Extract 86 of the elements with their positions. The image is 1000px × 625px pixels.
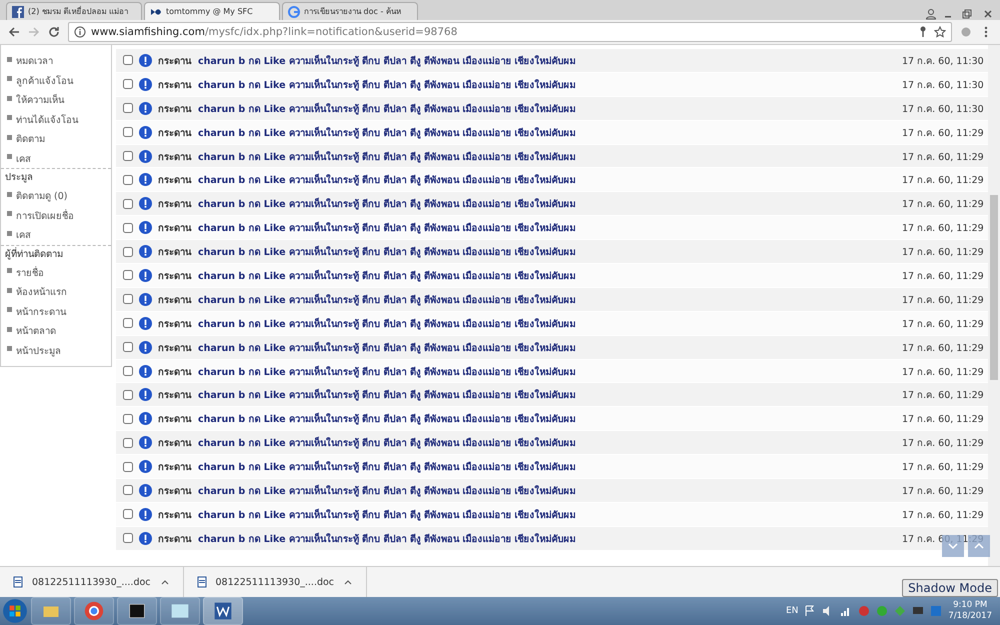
- timestamp: 17 ก.ค. 60, 11:29: [902, 413, 985, 426]
- notification-link[interactable]: charun b กด Like ความเห็นในกระทู้ ตีกบ ตีปลา ตีงู ตีพังพอน เมืองแม่อาย เชียงใหม่คับผม: [198, 172, 902, 188]
- source-label: กระดาน: [158, 150, 192, 164]
- notification-link[interactable]: charun b กด Like ความเห็นในกระทู้ ตีกบ ตีปลา ตีงู ตีพังพอน เมืองแม่อาย เชียงใหม่คับผม: [198, 435, 902, 450]
- sidebar-link[interactable]: ห้องหน้าแรก: [16, 287, 67, 298]
- timestamp: 17 ก.ค. 60, 11:29: [902, 389, 985, 402]
- timestamp: 17 ก.ค. 60, 11:29: [902, 222, 985, 236]
- source-label: กระดาน: [158, 294, 192, 307]
- sidebar-link[interactable]: เคส: [16, 230, 31, 241]
- notification-link[interactable]: charun b กด Like ความเห็นในกระทู้ ตีกบ ตีปลา ตีงู ตีพังพอน เมืองแม่อาย เชียงใหม่คับผม: [198, 459, 902, 474]
- sidebar-link[interactable]: หน้าประมูล: [16, 346, 61, 356]
- source-label: กระดาน: [158, 174, 192, 188]
- url-text: www.siamfishing.com/mysfc/idx.php?link=notification&userid=98768: [91, 26, 458, 38]
- timestamp: 17 ก.ค. 60, 11:29: [902, 198, 985, 212]
- source-label: กระดาน: [158, 246, 192, 260]
- sidebar-link[interactable]: หมดเวลา: [16, 56, 53, 67]
- sidebar-link[interactable]: ลูกค้าแจ้งโอน: [16, 76, 73, 86]
- sidebar-link[interactable]: ท่านได้แจ้งโอน: [16, 114, 78, 126]
- timestamp: 17 ก.ค. 60, 11:29: [902, 318, 985, 331]
- timestamp: 17 ก.ค. 60, 11:30: [902, 54, 985, 68]
- sidebar-link[interactable]: ให้ความเห็น: [16, 95, 64, 106]
- notification-link[interactable]: charun b กด Like ความเห็นในกระทู้ ตีกบ ตีปลา ตีงู ตีพังพอน เมืองแม่อาย เชียงใหม่คับผม: [198, 506, 902, 522]
- source-label: กระดาน: [158, 270, 192, 283]
- timestamp: 17 ก.ค. 60, 11:29: [902, 150, 985, 164]
- timestamp: 17 ก.ค. 60, 11:29: [902, 508, 985, 522]
- sidebar-link[interactable]: หน้ากระดาน: [16, 306, 66, 318]
- source-label: กระดาน: [158, 342, 192, 355]
- notification-link[interactable]: charun b กด Like ความเห็นในกระทู้ ตีกบ ตีปลา ตีงู ตีพังพอน เมืองแม่อาย เชียงใหม่คับผม: [198, 244, 902, 260]
- sidebar-link[interactable]: รายชื่อ: [16, 268, 44, 278]
- timestamp: 17 ก.ค. 60, 11:29: [902, 437, 985, 450]
- timestamp: 17 ก.ค. 60, 11:29: [902, 461, 985, 474]
- notification-link[interactable]: charun b กด Like ความเห็นในกระทู้ ตีกบ ตีปลา ตีงู ตีพังพอน เมืองแม่อาย เชียงใหม่คับผม: [198, 411, 902, 426]
- timestamp: 17 ก.ค. 60, 11:30: [902, 102, 985, 116]
- source-label: กระดาน: [158, 532, 192, 546]
- language-indicator[interactable]: EN: [786, 606, 798, 616]
- timestamp: 17 ก.ค. 60, 11:29: [902, 270, 985, 283]
- notification-link[interactable]: charun b กด Like ความเห็นในกระทู้ ตีกบ ตีปลา ตีงู ตีพังพอน เมืองแม่อาย เชียงใหม่คับผม: [198, 268, 902, 283]
- sidebar-link[interactable]: หน้าตลาด: [16, 326, 56, 337]
- source-label: กระดาน: [158, 222, 192, 236]
- notification-link[interactable]: charun b กด Like ความเห็นในกระทู้ ตีกบ ตีปลา ตีงู ตีพังพอน เมืองแม่อาย เชียงใหม่คับผม: [198, 52, 902, 68]
- sidebar-link[interactable]: เคส: [16, 154, 31, 164]
- source-label: กระดาน: [158, 78, 192, 92]
- notification-link[interactable]: charun b กด Like ความเห็นในกระทู้ ตีกบ ตีปลา ตีงู ตีพังพอน เมืองแม่อาย เชียงใหม่คับผม: [198, 292, 902, 307]
- source-label: กระดาน: [158, 437, 192, 450]
- notification-link[interactable]: charun b กด Like ความเห็นในกระทู้ ตีกบ ตีปลา ตีงู ตีพังพอน เมืองแม่อาย เชียงใหม่คับผม: [198, 340, 902, 355]
- clock[interactable]: 9:10 PM 7/18/2017: [948, 600, 992, 622]
- notification-link[interactable]: charun b กด Like ความเห็นในกระทู้ ตีกบ ตีปลา ตีงู ตีพังพอน เมืองแม่อาย เชียงใหม่คับผม: [198, 100, 902, 116]
- timestamp: 17 ก.ค. 60, 11:30: [902, 78, 985, 92]
- source-label: กระดาน: [158, 366, 192, 379]
- source-label: กระดาน: [158, 198, 192, 212]
- notification-link[interactable]: charun b กด Like ความเห็นในกระทู้ ตีกบ ตีปลา ตีงู ตีพังพอน เมืองแม่อาย เชียงใหม่คับผม: [198, 148, 902, 164]
- notification-link[interactable]: charun b กด Like ความเห็นในกระทู้ ตีกบ ตีปลา ตีงู ตีพังพอน เมืองแม่อาย เชียงใหม่คับผม: [198, 76, 902, 92]
- source-label: กระดาน: [158, 461, 192, 474]
- notification-link[interactable]: charun b กด Like ความเห็นในกระทู้ ตีกบ ตีปลา ตีงู ตีพังพอน เมืองแม่อาย เชียงใหม่คับผม: [198, 316, 902, 331]
- browser-tab[interactable]: (2) ชมรม ตีเหยื่อปลอม แม่อา: [6, 2, 142, 20]
- notification-link[interactable]: charun b กด Like ความเห็นในกระทู้ ตีกบ ตีปลา ตีงู ตีพังพอน เมืองแม่อาย เชียงใหม่คับผม: [198, 482, 902, 498]
- notification-link[interactable]: charun b กด Like ความเห็นในกระทู้ ตีกบ ตีปลา ตีงู ตีพังพอน เมืองแม่อาย เชียงใหม่คับผม: [198, 530, 902, 546]
- browser-tab[interactable]: การเขียนรายงาน doc - ค้นห: [282, 2, 418, 20]
- notification-link[interactable]: charun b กด Like ความเห็นในกระทู้ ตีกบ ตีปลา ตีงู ตีพังพอน เมืองแม่อาย เชียงใหม่คับผม: [198, 387, 902, 402]
- sidebar-heading: ผู้ที่ท่านติดตาม: [5, 248, 64, 260]
- source-label: กระดาน: [158, 54, 192, 68]
- timestamp: 17 ก.ค. 60, 11:29: [902, 294, 985, 307]
- timestamp: 17 ก.ค. 60, 11:29: [902, 126, 985, 140]
- notification-link[interactable]: charun b กด Like ความเห็นในกระทู้ ตีกบ ตีปลา ตีงู ตีพังพอน เมืองแม่อาย เชียงใหม่คับผม: [198, 220, 902, 236]
- notification-link[interactable]: charun b กด Like ความเห็นในกระทู้ ตีกบ ตีปลา ตีงู ตีพังพอน เมืองแม่อาย เชียงใหม่คับผม: [198, 364, 902, 379]
- notification-link[interactable]: charun b กด Like ความเห็นในกระทู้ ตีกบ ตีปลา ตีงู ตีพังพอน เมืองแม่อาย เชียงใหม่คับผม: [198, 124, 902, 140]
- notification-link[interactable]: charun b กด Like ความเห็นในกระทู้ ตีกบ ตีปลา ตีงู ตีพังพอน เมืองแม่อาย เชียงใหม่คับผม: [198, 196, 902, 212]
- sidebar-link[interactable]: ติดตาม: [16, 134, 45, 145]
- browser-tab[interactable]: tomtommy @ My SFC: [144, 2, 280, 20]
- source-label: กระดาน: [158, 508, 192, 522]
- source-label: กระดาน: [158, 484, 192, 498]
- sidebar-heading: ประมูล: [5, 171, 34, 184]
- source-label: กระดาน: [158, 318, 192, 331]
- timestamp: 17 ก.ค. 60, 11:29: [902, 174, 985, 188]
- timestamp: 17 ก.ค. 60, 11:29: [902, 342, 985, 355]
- source-label: กระดาน: [158, 126, 192, 140]
- sidebar-link[interactable]: ติดตามดู (0): [16, 191, 68, 202]
- mode-label: Shadow Mode: [902, 579, 998, 597]
- source-label: กระดาน: [158, 413, 192, 426]
- source-label: กระดาน: [158, 389, 192, 402]
- timestamp: 17 ก.ค. 60, 11:29: [902, 246, 985, 260]
- sidebar-link[interactable]: การเปิดเผยชื่อ: [16, 210, 74, 222]
- address-bar[interactable]: www.siamfishing.com/mysfc/idx.php?link=notification&userid=98768: [68, 22, 952, 42]
- timestamp: 17 ก.ค. 60, 11:29: [902, 366, 985, 379]
- source-label: กระดาน: [158, 102, 192, 116]
- timestamp: 17 ก.ค. 60, 11:29: [902, 484, 985, 498]
